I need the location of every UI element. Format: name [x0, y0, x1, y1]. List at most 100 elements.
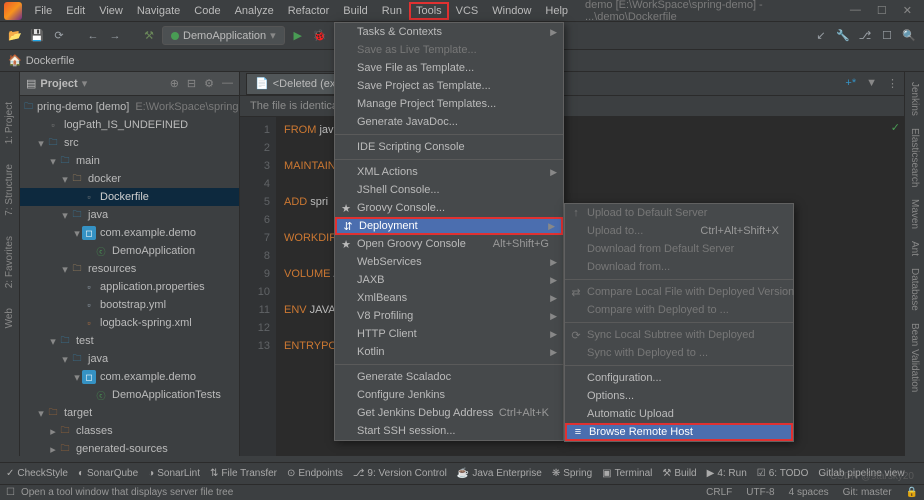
- debug-icon[interactable]: 🐞: [311, 27, 329, 45]
- project-settings-icon[interactable]: ⚙: [204, 77, 214, 90]
- menu-item-kotlin[interactable]: Kotlin▶: [335, 343, 563, 361]
- menu-item-deployment[interactable]: ⇵Deployment▶: [335, 217, 563, 235]
- menu-navigate[interactable]: Navigate: [130, 2, 187, 20]
- tree-row[interactable]: ▫logPath_IS_UNDEFINED: [20, 116, 239, 134]
- bottom-tab-endpoints[interactable]: ⊙Endpoints: [287, 468, 343, 479]
- menu-item-xmlbeans[interactable]: XmlBeans▶: [335, 289, 563, 307]
- tree-row[interactable]: ▾🗀main: [20, 152, 239, 170]
- tree-row[interactable]: ▾🗀java: [20, 206, 239, 224]
- menu-item-webservices[interactable]: WebServices▶: [335, 253, 563, 271]
- close-window-icon[interactable]: ✕: [903, 4, 912, 17]
- project-tree[interactable]: 🗀pring-demo [demo]E:\WorkSpace\spring-de…: [20, 96, 239, 456]
- project-hide-icon[interactable]: —: [222, 77, 233, 90]
- menu-item-manage-project-templates[interactable]: Manage Project Templates...: [335, 95, 563, 113]
- menu-tools[interactable]: Tools: [409, 2, 449, 20]
- chevron-down-icon[interactable]: ▾: [82, 77, 88, 90]
- status-encoding[interactable]: UTF-8: [746, 487, 774, 498]
- menu-item-http-client[interactable]: HTTP Client▶: [335, 325, 563, 343]
- menu-item-jaxb[interactable]: JAXB▶: [335, 271, 563, 289]
- menu-item-xml-actions[interactable]: XML Actions▶: [335, 163, 563, 181]
- tree-row[interactable]: ▸🗀classes: [20, 422, 239, 440]
- left-tab-project[interactable]: 1: Project: [4, 102, 15, 144]
- back-icon[interactable]: ←: [84, 27, 102, 45]
- menu-run[interactable]: Run: [375, 2, 409, 20]
- right-tab-database[interactable]: Database: [909, 268, 920, 311]
- bottom-tab-build[interactable]: ⚒Build: [662, 468, 696, 479]
- menu-analyze[interactable]: Analyze: [228, 2, 281, 20]
- right-tab-bean-validation[interactable]: Bean Validation: [909, 323, 920, 392]
- menu-code[interactable]: Code: [187, 2, 227, 20]
- tree-row[interactable]: 🗀pring-demo [demo]E:\WorkSpace\spring-de…: [20, 98, 239, 116]
- menu-file[interactable]: File: [28, 2, 60, 20]
- status-tool-window-icon[interactable]: ☐: [6, 487, 15, 498]
- tree-row[interactable]: ▫logback-spring.xml: [20, 314, 239, 332]
- tab-add-icon[interactable]: +*: [845, 77, 856, 90]
- bottom-tab-terminal[interactable]: ▣Terminal: [602, 468, 652, 479]
- menu-item-get-jenkins-debug-address[interactable]: Get Jenkins Debug AddressCtrl+Alt+K: [335, 404, 563, 422]
- tree-row[interactable]: ▾🗀resources: [20, 260, 239, 278]
- left-tab-structure[interactable]: 7: Structure: [4, 164, 15, 216]
- bottom-tab-java-enterprise[interactable]: ☕Java Enterprise: [457, 468, 542, 479]
- bottom-tab-checkstyle[interactable]: ✓CheckStyle: [6, 468, 68, 479]
- tab-filter-icon[interactable]: ▼: [866, 77, 877, 90]
- menu-item-options[interactable]: Options...: [565, 387, 793, 405]
- wrench-icon[interactable]: 🔧: [834, 27, 852, 45]
- tree-row[interactable]: ▾🗀test: [20, 332, 239, 350]
- tree-row[interactable]: ▾🗀docker: [20, 170, 239, 188]
- status-lock-icon[interactable]: 🔒: [906, 487, 918, 498]
- minimize-icon[interactable]: —: [850, 4, 861, 17]
- right-tab-ant[interactable]: Ant: [909, 241, 920, 256]
- menu-view[interactable]: View: [92, 2, 130, 20]
- menu-refactor[interactable]: Refactor: [281, 2, 337, 20]
- tree-row[interactable]: ⓒDemoApplication: [20, 242, 239, 260]
- bottom-tab-spring[interactable]: ❋Spring: [552, 468, 592, 479]
- menu-item-configure-jenkins[interactable]: Configure Jenkins: [335, 386, 563, 404]
- menu-item-browse-remote-host[interactable]: ≡Browse Remote Host: [565, 423, 793, 441]
- open-file-icon[interactable]: 📂: [6, 27, 24, 45]
- menu-item-groovy-console[interactable]: ★Groovy Console...: [335, 199, 563, 217]
- bottom-tab-sonarqube[interactable]: ◐SonarQube: [78, 468, 138, 479]
- bottom-tab-run[interactable]: ▶4: Run: [707, 468, 747, 479]
- left-tab-web[interactable]: Web: [4, 308, 15, 328]
- status-line-separator[interactable]: CRLF: [706, 487, 732, 498]
- menu-item-tasks-contexts[interactable]: Tasks & Contexts▶: [335, 23, 563, 41]
- run-icon[interactable]: ▶: [289, 27, 307, 45]
- save-all-icon[interactable]: 💾: [28, 27, 46, 45]
- tree-row[interactable]: ▾🗀java: [20, 350, 239, 368]
- menu-window[interactable]: Window: [485, 2, 538, 20]
- git-branch-icon[interactable]: ⎇: [856, 27, 874, 45]
- menu-help[interactable]: Help: [538, 2, 575, 20]
- tab-more-icon[interactable]: ⋮: [887, 77, 898, 90]
- run-configuration-selector[interactable]: DemoApplication ▾: [162, 26, 285, 45]
- menu-vcs[interactable]: VCS: [449, 2, 486, 20]
- menu-item-automatic-upload[interactable]: Automatic Upload: [565, 405, 793, 423]
- left-tab-favorites[interactable]: 2: Favorites: [4, 236, 15, 288]
- project-select-opened-icon[interactable]: ⊕: [170, 77, 179, 90]
- breadcrumb-home-icon[interactable]: 🏠: [8, 54, 22, 67]
- menu-item-jshell-console[interactable]: JShell Console...: [335, 181, 563, 199]
- maximize-icon[interactable]: ☐: [877, 4, 887, 17]
- tree-row[interactable]: ▾🗀target: [20, 404, 239, 422]
- screen-icon[interactable]: ☐: [878, 27, 896, 45]
- hammer-build-icon[interactable]: ⚒: [140, 27, 158, 45]
- tree-row[interactable]: ▫Dockerfile: [20, 188, 239, 206]
- menu-item-configuration[interactable]: Configuration...: [565, 369, 793, 387]
- menu-item-save-project-as-template[interactable]: Save Project as Template...: [335, 77, 563, 95]
- tree-row[interactable]: ▾◻com.example.demo: [20, 224, 239, 242]
- menu-item-save-file-as-template[interactable]: Save File as Template...: [335, 59, 563, 77]
- project-collapse-icon[interactable]: ⊟: [187, 77, 196, 90]
- bottom-tab-version-control[interactable]: ⎇9: Version Control: [353, 468, 447, 479]
- refresh-icon[interactable]: ⟳: [50, 27, 68, 45]
- menu-edit[interactable]: Edit: [59, 2, 92, 20]
- menu-item-open-groovy-console[interactable]: ★Open Groovy ConsoleAlt+Shift+G: [335, 235, 563, 253]
- bottom-tab-todo[interactable]: ☑6: TODO: [757, 468, 809, 479]
- tree-row[interactable]: ▾🗀src: [20, 134, 239, 152]
- menu-item-generate-javadoc[interactable]: Generate JavaDoc...: [335, 113, 563, 131]
- status-indent[interactable]: 4 spaces: [789, 487, 829, 498]
- bottom-tab-file-transfer[interactable]: ⇅File Transfer: [210, 468, 277, 479]
- menu-build[interactable]: Build: [336, 2, 374, 20]
- right-tab-elasticsearch[interactable]: Elasticsearch: [909, 128, 920, 187]
- tree-row[interactable]: ⓒDemoApplicationTests: [20, 386, 239, 404]
- tree-row[interactable]: ▫application.properties: [20, 278, 239, 296]
- menu-item-generate-scaladoc[interactable]: Generate Scaladoc: [335, 368, 563, 386]
